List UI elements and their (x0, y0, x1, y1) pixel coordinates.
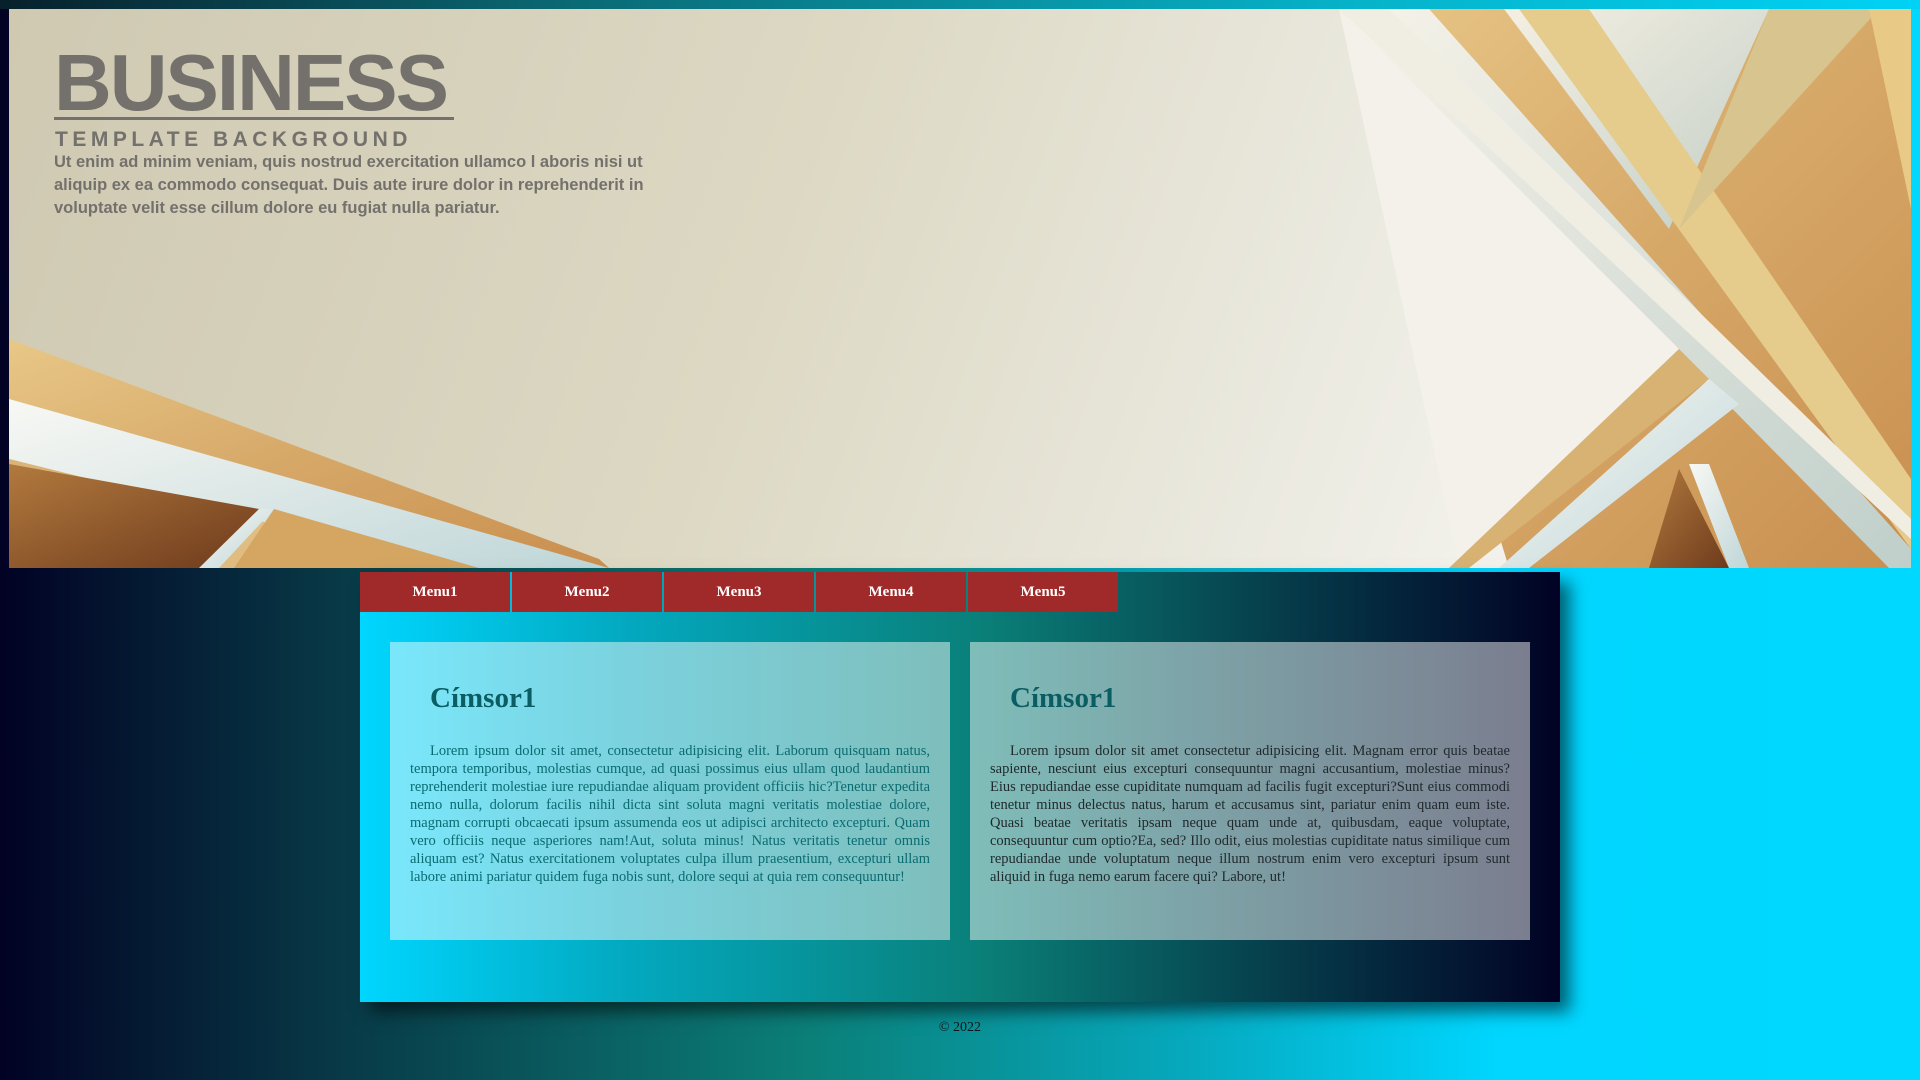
card-heading: Címsor1 (430, 682, 537, 714)
content-card-left: Címsor1 Lorem ipsum dolor sit amet, cons… (390, 642, 950, 940)
brand-description: Ut enim ad minim veniam, quis nostrud ex… (54, 153, 644, 217)
card-body: Lorem ipsum dolor sit amet consectetur a… (990, 743, 1510, 885)
content-panel: Menu1 Menu2 Menu3 Menu4 Menu5 Címsor1 Lo… (360, 572, 1560, 1002)
menu-item-3[interactable]: Menu3 (664, 572, 814, 612)
brand-title: BUSINESS (54, 38, 449, 127)
content-card-right: Címsor1 Lorem ipsum dolor sit amet conse… (970, 642, 1530, 940)
menu-item-4[interactable]: Menu4 (816, 572, 966, 612)
header-banner: BUSINESS TEMPLATE BACKGROUND Ut enim ad … (9, 9, 1911, 568)
menu-item-2[interactable]: Menu2 (512, 572, 662, 612)
main-menu: Menu1 Menu2 Menu3 Menu4 Menu5 (360, 572, 1120, 612)
brand-underline (54, 117, 454, 120)
card-body: Lorem ipsum dolor sit amet, consectetur … (410, 743, 930, 885)
menu-item-5[interactable]: Menu5 (968, 572, 1118, 612)
card-heading: Címsor1 (1010, 682, 1117, 714)
footer-copyright: © 2022 (938, 1020, 982, 1035)
top-strip (0, 0, 1920, 9)
brand-subtitle: TEMPLATE BACKGROUND (55, 128, 412, 151)
menu-item-1[interactable]: Menu1 (360, 572, 510, 612)
